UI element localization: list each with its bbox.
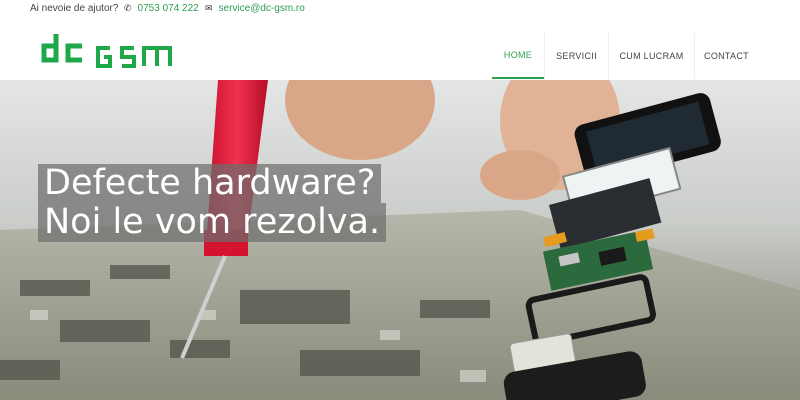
- hero-banner: Defecte hardware? Noi le vom rezolva.: [0, 80, 800, 400]
- main-nav: HOME SERVICII CUM LUCRAM CONTACT: [492, 33, 758, 79]
- phone-icon: ✆: [124, 3, 132, 13]
- hero-headline: Defecte hardware? Noi le vom rezolva.: [38, 164, 387, 242]
- email-link[interactable]: ✉ service@dc-gsm.ro: [205, 3, 305, 14]
- envelope-icon: ✉: [205, 3, 213, 13]
- site-header: HOME SERVICII CUM LUCRAM CONTACT: [0, 18, 800, 80]
- nav-contact[interactable]: CONTACT: [694, 33, 758, 79]
- phone-number[interactable]: 0753 074 222: [138, 3, 199, 14]
- nav-home[interactable]: HOME: [492, 33, 544, 79]
- email-address[interactable]: service@dc-gsm.ro: [219, 3, 305, 14]
- nav-servicii[interactable]: SERVICII: [544, 33, 608, 79]
- nav-cum-lucram[interactable]: CUM LUCRAM: [608, 33, 694, 79]
- top-contact-bar: Ai nevoie de ajutor? ✆ 0753 074 222 ✉ se…: [0, 0, 800, 18]
- dc-gsm-logo[interactable]: [40, 32, 180, 74]
- help-text: Ai nevoie de ajutor?: [30, 3, 118, 14]
- phone-link[interactable]: ✆ 0753 074 222: [124, 3, 199, 14]
- hero-line-1: Defecte hardware?: [38, 164, 382, 203]
- hero-line-2: Noi le vom rezolva.: [38, 203, 387, 242]
- help-label: Ai nevoie de ajutor?: [30, 3, 119, 14]
